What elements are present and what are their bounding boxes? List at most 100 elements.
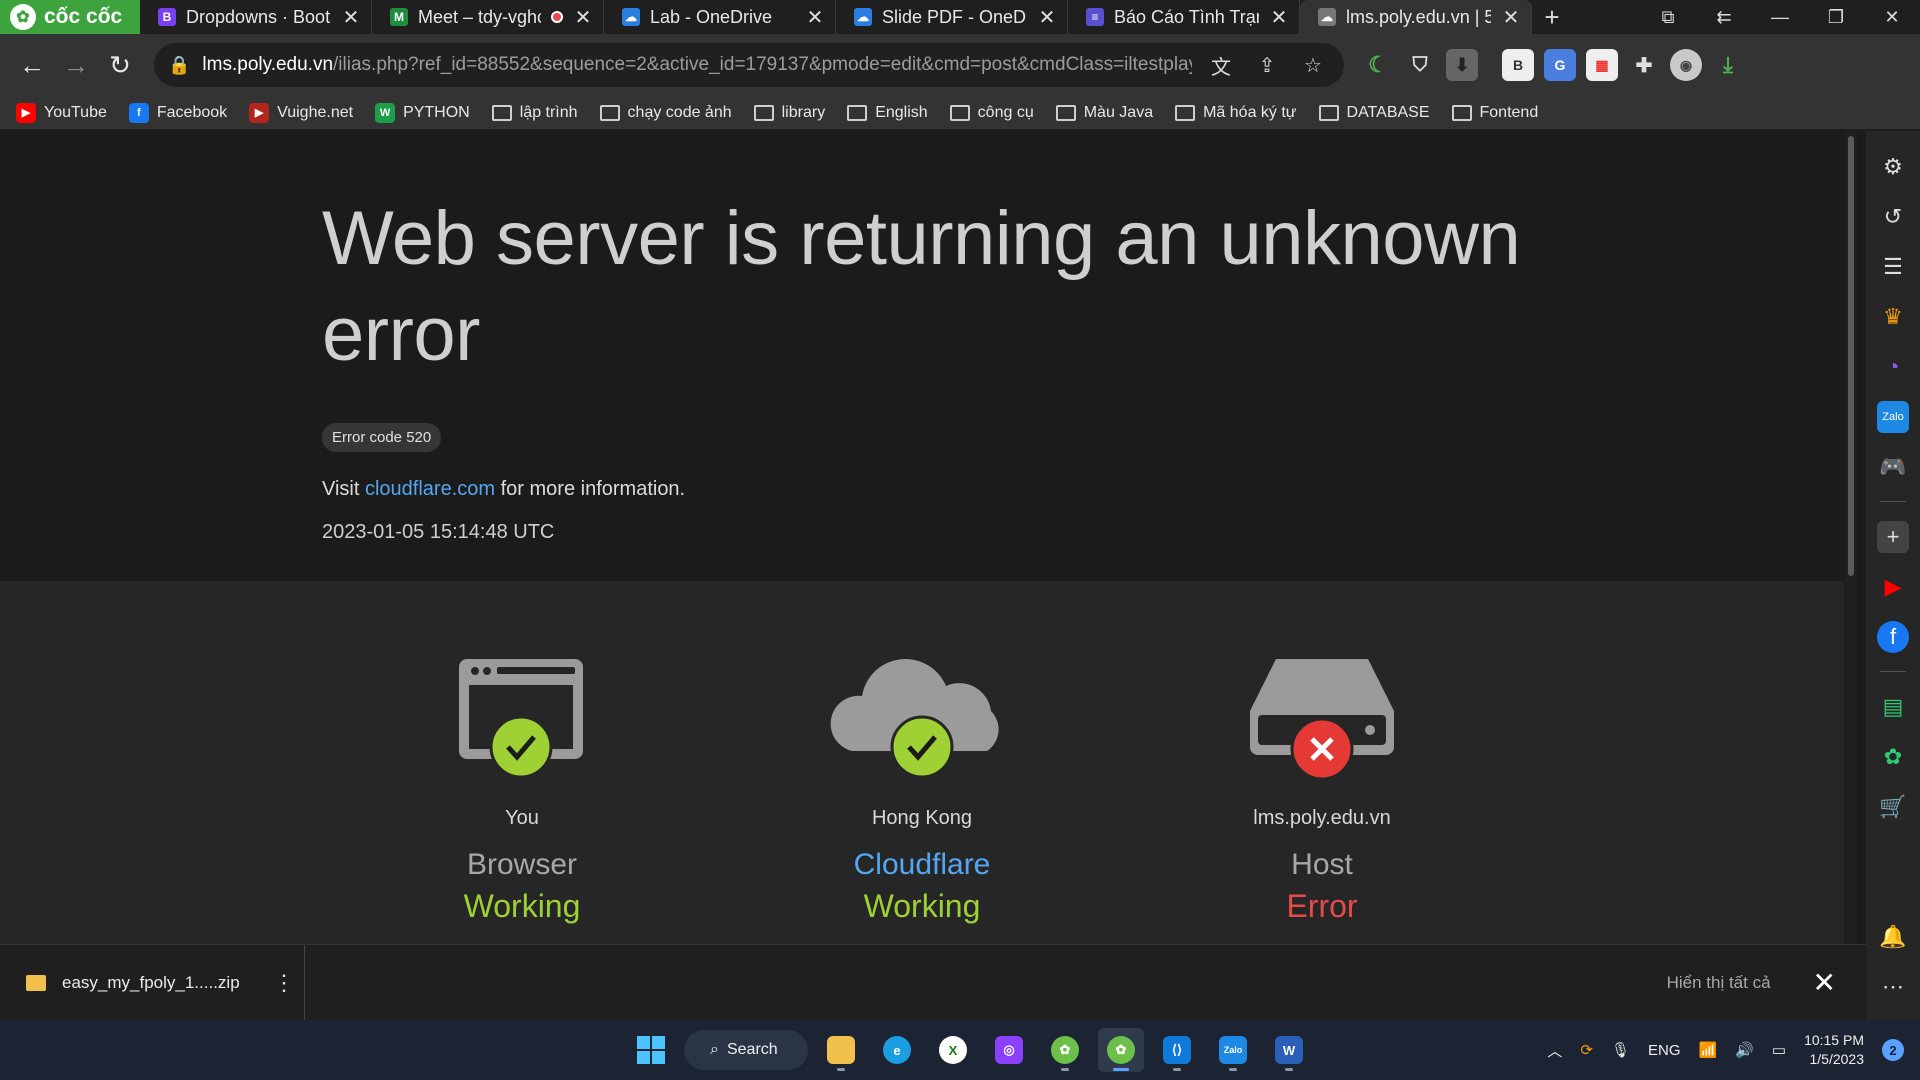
forward-button[interactable]: →: [54, 43, 98, 87]
bookmark-0[interactable]: ▶ YouTube: [16, 102, 107, 123]
error-page: Web server is returning an unknown error…: [0, 131, 1844, 944]
app-generic[interactable]: ◎: [986, 1028, 1032, 1072]
messenger-icon[interactable]: ◔: [1877, 351, 1909, 383]
start-button[interactable]: [628, 1028, 674, 1072]
add-app-icon[interactable]: +: [1877, 521, 1909, 553]
notification-badge[interactable]: 2: [1882, 1039, 1904, 1061]
close-tab-icon[interactable]: ✕: [1037, 5, 1057, 30]
bookmark-4[interactable]: lập trình: [491, 104, 578, 122]
window-controls: ⧉ ⇇ — ❐ ✕: [1640, 0, 1920, 34]
bookmark-5[interactable]: chạy code ảnh: [599, 104, 732, 122]
word-app[interactable]: W: [1266, 1028, 1312, 1072]
url-text[interactable]: lms.poly.edu.vn/ilias.php?ref_id=88552&s…: [202, 54, 1192, 76]
close-shelf-icon[interactable]: ✕: [1813, 966, 1836, 999]
lock-icon[interactable]: 🔒: [168, 55, 190, 76]
coccoc-app[interactable]: ✿: [1042, 1028, 1088, 1072]
bookmark-star-icon[interactable]: ☆: [1296, 48, 1330, 82]
bookmark-1[interactable]: f Facebook: [128, 102, 227, 123]
share-icon[interactable]: ⇪: [1250, 48, 1284, 82]
taskbar-search[interactable]: ⌕ Search: [684, 1030, 808, 1070]
game-controller-icon[interactable]: 🎮: [1877, 451, 1909, 483]
tab-5[interactable]: ☁ lms.poly.edu.vn | 52 ✕: [1300, 0, 1532, 34]
close-tab-icon[interactable]: ✕: [573, 5, 593, 30]
scrollbar-thumb[interactable]: [1848, 136, 1854, 576]
bookmark-6[interactable]: library: [753, 104, 825, 122]
wifi-icon[interactable]: 📶: [1699, 1041, 1718, 1059]
bookmark-3[interactable]: W PYTHON: [375, 102, 470, 123]
vscode-app[interactable]: ⟨⟩: [1154, 1028, 1200, 1072]
tab-search-icon[interactable]: ⧉: [1640, 0, 1696, 34]
bookmark-12[interactable]: Fontend: [1451, 104, 1538, 122]
facebook-icon[interactable]: f: [1877, 621, 1909, 653]
bootstrap-extension-icon[interactable]: B: [1502, 49, 1534, 81]
back-button[interactable]: ←: [10, 43, 54, 87]
edge-app[interactable]: e: [874, 1028, 920, 1072]
bookmark-9[interactable]: Màu Java: [1055, 104, 1153, 122]
close-window-button[interactable]: ✕: [1864, 0, 1920, 34]
clock[interactable]: 10:15 PM 1/5/2023: [1804, 1031, 1864, 1069]
tab-2[interactable]: ☁ Lab - OneDrive ✕: [604, 0, 836, 34]
notes-icon[interactable]: ▤: [1877, 691, 1909, 723]
crown-icon[interactable]: ♛: [1877, 301, 1909, 333]
zalo-icon[interactable]: Zalo: [1877, 401, 1909, 433]
coccoc-active-app[interactable]: ✿: [1098, 1028, 1144, 1072]
notifications-bell-icon[interactable]: 🔔: [1877, 921, 1909, 953]
tab-3[interactable]: ☁ Slide PDF - OneDriv ✕: [836, 0, 1068, 34]
download-item[interactable]: easy_my_fpoly_1.....zip ⋮: [0, 944, 305, 1021]
calendar-extension-icon[interactable]: ▦: [1586, 49, 1618, 81]
battery-icon[interactable]: ▭: [1772, 1041, 1786, 1059]
download-icon[interactable]: ⬇: [1446, 49, 1478, 81]
settings-gear-icon[interactable]: ⚙: [1877, 151, 1909, 183]
profile-avatar[interactable]: ◉: [1670, 49, 1702, 81]
language-indicator[interactable]: ENG: [1648, 1042, 1681, 1059]
tab-0[interactable]: B Dropdowns · Bootstr ✕: [140, 0, 372, 34]
cloudflare-name-link[interactable]: Cloudflare: [772, 848, 1072, 882]
history-icon[interactable]: ↺: [1877, 201, 1909, 233]
error-timestamp: 2023-01-05 15:14:48 UTC: [322, 521, 555, 543]
show-all-downloads-link[interactable]: Hiển thị tất cả: [1667, 973, 1771, 993]
translate-icon[interactable]: 文: [1204, 48, 1238, 82]
microphone-icon[interactable]: 🎙: [1611, 1041, 1630, 1059]
browser-brand[interactable]: ✿ cốc cốc: [0, 0, 140, 34]
bookmark-2[interactable]: ▶ Vuighe.net: [249, 102, 354, 123]
close-tab-icon[interactable]: ✕: [341, 5, 361, 30]
sync-icon[interactable]: ⟳: [1580, 1041, 1593, 1059]
shopping-cart-icon[interactable]: 🛒: [1877, 791, 1909, 823]
visit-prefix: Visit: [322, 478, 365, 500]
back-forward-cache-icon[interactable]: ⇇: [1696, 0, 1752, 34]
download-status-icon[interactable]: ⤓: [1712, 49, 1744, 81]
bookmark-label: Vuighe.net: [277, 103, 354, 121]
new-tab-button[interactable]: +: [1532, 0, 1572, 34]
cloudflare-link[interactable]: cloudflare.com: [365, 478, 495, 500]
bookmark-10[interactable]: Mã hóa ký tự: [1175, 104, 1297, 122]
bookmark-7[interactable]: English: [847, 104, 928, 122]
shield-icon[interactable]: ⛉: [1404, 49, 1436, 81]
restore-button[interactable]: ❐: [1808, 0, 1864, 34]
address-bar[interactable]: 🔒 lms.poly.edu.vn/ilias.php?ref_id=88552…: [154, 43, 1344, 87]
reload-button[interactable]: ↻: [98, 43, 142, 87]
reading-list-icon[interactable]: ☰: [1877, 251, 1909, 283]
youtube-icon[interactable]: ▶: [1877, 571, 1909, 603]
folder-icon: [599, 104, 620, 121]
bookmark-8[interactable]: công cụ: [949, 104, 1034, 122]
download-filename[interactable]: easy_my_fpoly_1.....zip: [62, 973, 248, 993]
tab-1[interactable]: M Meet – tdy-vghc ✕: [372, 0, 604, 34]
tab-4[interactable]: ≡ Báo Cáo Tình Trạng ✕: [1068, 0, 1300, 34]
more-options-icon[interactable]: ⋯: [1877, 971, 1909, 1003]
coccoc-extension-icon[interactable]: ✿: [1877, 741, 1909, 773]
bookmark-11[interactable]: DATABASE: [1318, 104, 1430, 122]
minimize-button[interactable]: —: [1752, 0, 1808, 34]
google-translate-icon[interactable]: G: [1544, 49, 1576, 81]
extensions-puzzle-icon[interactable]: ✚: [1628, 49, 1660, 81]
file-explorer-app[interactable]: [818, 1028, 864, 1072]
close-tab-icon[interactable]: ✕: [1269, 5, 1289, 30]
close-tab-icon[interactable]: ✕: [805, 5, 825, 30]
tray-overflow-icon[interactable]: ︿: [1547, 1040, 1562, 1061]
page-scrollbar[interactable]: [1845, 131, 1857, 944]
zalo-app[interactable]: Zalo: [1210, 1028, 1256, 1072]
close-tab-icon[interactable]: ✕: [1501, 5, 1521, 30]
volume-icon[interactable]: 🔊: [1735, 1041, 1754, 1059]
xbox-app[interactable]: X: [930, 1028, 976, 1072]
dark-mode-icon[interactable]: ☾: [1362, 49, 1394, 81]
download-more-icon[interactable]: ⋮: [264, 970, 304, 996]
